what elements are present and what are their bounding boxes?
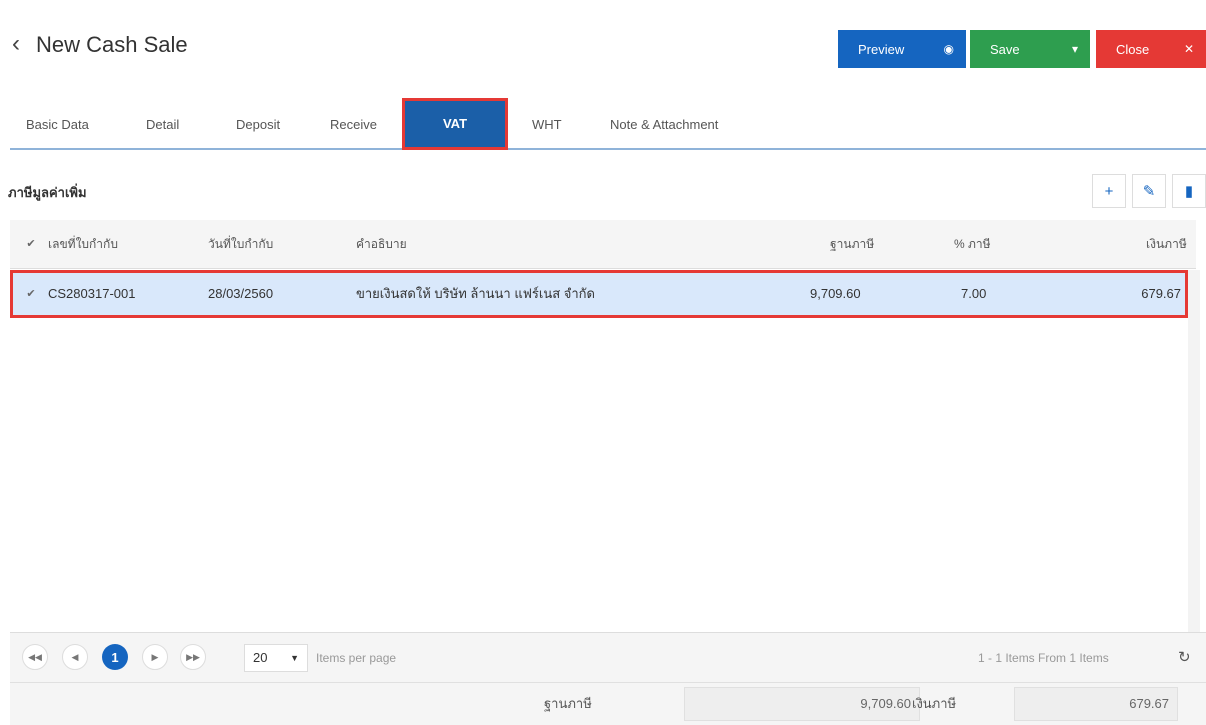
caret-down-icon[interactable]: ▾ — [1072, 30, 1078, 68]
close-button-label: Close — [1116, 41, 1150, 57]
section-title: ภาษีมูลค่าเพิ่ม — [8, 185, 87, 200]
column-header-invoice-date[interactable]: วันที่ใบกำกับ — [208, 220, 273, 268]
add-button[interactable]: + — [1092, 174, 1126, 208]
cell-invoice-no: CS280317-001 — [48, 286, 136, 301]
next-page-icon[interactable]: ▶ — [142, 644, 168, 670]
trash-icon: ▮ — [1184, 183, 1194, 200]
close-icon: ✕ — [1183, 42, 1194, 56]
pager-summary: 1 - 1 Items From 1 Items — [978, 651, 1109, 665]
row-checkbox[interactable]: ✔ — [24, 287, 38, 301]
cell-tax-amount: 679.67 — [1141, 286, 1181, 301]
page-header: ‹ New Cash Sale Preview ◉ Save ▾ Close ✕ — [0, 0, 1206, 100]
column-header-invoice-no[interactable]: เลขที่ใบกำกับ — [48, 220, 118, 268]
vertical-scrollbar[interactable] — [1188, 270, 1200, 632]
column-header-tax-pct[interactable]: % ภาษี — [954, 220, 991, 268]
tax-amount-total-value: 679.67 — [1014, 687, 1178, 721]
tab-note-attachment[interactable]: Note & Attachment — [610, 98, 718, 148]
tab-detail[interactable]: Detail — [146, 98, 179, 148]
pager: ◀◀ ◀ 1 ▶ ▶▶ 20 ▼ Items per page 1 - 1 It… — [10, 632, 1206, 683]
previous-page-icon[interactable]: ◀ — [62, 644, 88, 670]
preview-button[interactable]: Preview ◉ — [838, 30, 966, 68]
tab-basic-data[interactable]: Basic Data — [26, 98, 89, 148]
tab-wht[interactable]: WHT — [532, 98, 562, 148]
first-page-icon[interactable]: ◀◀ — [22, 644, 48, 670]
tax-amount-total-label: เงินภาษี — [912, 696, 957, 711]
back-chevron-icon[interactable]: ‹ — [12, 30, 20, 58]
items-per-page-label: Items per page — [316, 651, 397, 665]
refresh-icon[interactable]: ↻ — [1178, 633, 1191, 683]
table-header: ✔ เลขที่ใบกำกับ วันที่ใบกำกับ คำอธิบาย ฐ… — [10, 220, 1196, 269]
preview-button-label: Preview — [858, 41, 905, 57]
pencil-icon: ✎ — [1142, 183, 1156, 200]
page-1-button[interactable]: 1 — [102, 644, 128, 670]
column-header-tax-amount[interactable]: เงินภาษี — [1146, 220, 1187, 268]
save-button-label: Save — [990, 41, 1020, 57]
save-button[interactable]: Save ▾ — [970, 30, 1090, 68]
column-header-tax-base[interactable]: ฐานภาษี — [830, 220, 874, 268]
cell-tax-base: 9,709.60 — [810, 286, 861, 301]
page-title: New Cash Sale — [36, 32, 188, 57]
cell-invoice-date: 28/03/2560 — [208, 286, 274, 301]
table-row[interactable]: ✔ CS280317-001 28/03/2560 ขายเงินสดให้ บ… — [10, 270, 1188, 318]
tab-bar: Basic Data Detail Deposit Receive VAT WH… — [10, 98, 1206, 150]
tax-base-total-value: 9,709.60 — [684, 687, 920, 721]
column-header-description[interactable]: คำอธิบาย — [356, 220, 407, 268]
plus-icon: + — [1104, 182, 1114, 200]
totals-footer: ฐานภาษี 9,709.60 เงินภาษี 679.67 — [10, 682, 1206, 725]
cell-tax-pct: 7.00 — [961, 286, 987, 301]
delete-button[interactable]: ▮ — [1172, 174, 1206, 208]
edit-button[interactable]: ✎ — [1132, 174, 1166, 208]
tab-deposit[interactable]: Deposit — [236, 98, 280, 148]
eye-icon: ◉ — [943, 42, 954, 56]
select-all-checkbox[interactable]: ✔ — [24, 237, 38, 251]
close-button[interactable]: Close ✕ — [1096, 30, 1206, 68]
cell-description: ขายเงินสดให้ บริษัท ล้านนา แฟร์เนส จำกัด — [356, 286, 595, 301]
tax-base-total-label: ฐานภาษี — [544, 696, 592, 711]
chevron-down-icon: ▼ — [290, 653, 299, 663]
last-page-icon[interactable]: ▶▶ — [180, 644, 206, 670]
tab-vat[interactable]: VAT — [402, 98, 508, 150]
tab-receive[interactable]: Receive — [330, 98, 377, 148]
page-size-select[interactable]: 20 ▼ — [244, 644, 308, 672]
page-size-value: 20 — [253, 650, 268, 665]
